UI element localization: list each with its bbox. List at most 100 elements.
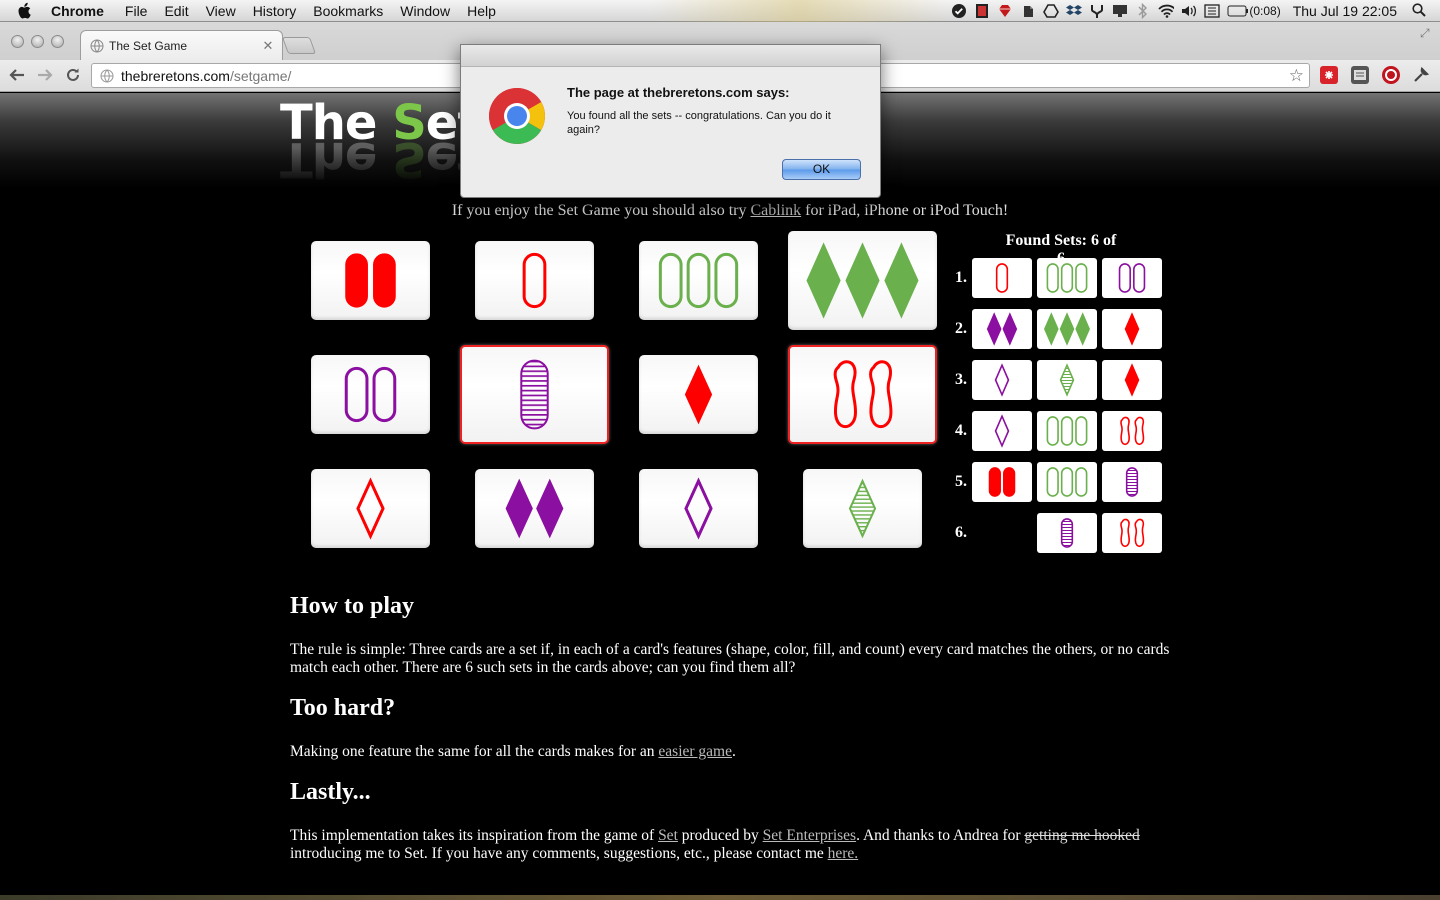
oval-symbol	[520, 359, 549, 430]
forward-icon[interactable]	[35, 65, 55, 85]
bluetooth-icon[interactable]	[1135, 3, 1151, 19]
extension-red-cross-icon[interactable]	[1320, 66, 1338, 84]
window-close-button[interactable]	[11, 35, 24, 48]
diamond-symbol	[684, 477, 713, 540]
network-fork-icon[interactable]	[1089, 3, 1105, 19]
battery-indicator[interactable]: (0:08)	[1227, 4, 1281, 18]
found-set-card	[972, 309, 1032, 349]
found-set-number: 3.	[955, 371, 967, 388]
found-set-card	[1102, 411, 1162, 451]
oval-symbol	[995, 263, 1009, 293]
spotlight-icon[interactable]	[1412, 2, 1426, 20]
oval-symbol	[1075, 416, 1088, 446]
menu-edit[interactable]: Edit	[164, 0, 188, 22]
set-card[interactable]	[311, 241, 430, 320]
set-card[interactable]	[311, 469, 430, 548]
volume-icon[interactable]	[1181, 3, 1197, 19]
found-set-card	[1102, 462, 1162, 502]
lastly-text: This implementation takes its inspiratio…	[290, 827, 1190, 863]
menubar-clock[interactable]: Thu Jul 19 22:05	[1293, 3, 1397, 19]
easier-game-link[interactable]: easier game	[658, 743, 732, 760]
squiggle-symbol	[833, 360, 858, 429]
window-zoom-button[interactable]	[51, 35, 64, 48]
set-card[interactable]	[639, 241, 758, 320]
menu-window[interactable]: Window	[400, 0, 450, 22]
set-enterprises-link[interactable]: Set Enterprises	[763, 827, 856, 844]
found-set-number: 6.	[955, 524, 967, 541]
wallpaper-strip	[650, 0, 950, 22]
chrome-logo-icon	[489, 88, 545, 144]
tab-the-set-game[interactable]: The Set Game ✕	[80, 30, 283, 60]
keyboard-flag-icon[interactable]	[1204, 3, 1220, 19]
evernote-icon[interactable]	[1020, 3, 1036, 19]
menu-help[interactable]: Help	[467, 0, 496, 22]
extension-adblock-icon[interactable]	[1382, 66, 1400, 84]
window-minimize-button[interactable]	[31, 35, 44, 48]
bookmark-star-icon[interactable]: ☆	[1289, 66, 1304, 86]
diamond-symbol	[986, 312, 1002, 346]
set-card[interactable]	[639, 355, 758, 434]
diamond-symbol	[505, 478, 533, 539]
diamond-symbol	[1124, 312, 1140, 346]
heading-lastly: Lastly...	[290, 779, 371, 805]
found-set-number: 5.	[955, 473, 967, 490]
menu-bookmarks[interactable]: Bookmarks	[313, 0, 383, 22]
diamond-symbol	[536, 478, 564, 539]
back-icon[interactable]	[7, 65, 27, 85]
tagline: If you enjoy the Set Game you should als…	[0, 202, 1440, 220]
apple-icon[interactable]	[17, 1, 37, 21]
ruby-gem-icon[interactable]	[997, 3, 1013, 19]
ok-button[interactable]: OK	[782, 159, 861, 180]
checkmark-badge-icon[interactable]	[951, 3, 967, 19]
set-card[interactable]	[788, 345, 937, 444]
oval-symbol	[1125, 467, 1139, 497]
new-tab-button[interactable]	[281, 37, 317, 54]
dialog-titlebar	[461, 45, 880, 67]
menu-app-chrome[interactable]: Chrome	[51, 0, 104, 22]
extension-reader-icon[interactable]	[1351, 66, 1369, 84]
squiggle-symbol	[1134, 416, 1145, 446]
menu-view[interactable]: View	[206, 0, 236, 22]
oval-symbol	[1133, 263, 1146, 293]
set-card[interactable]	[311, 355, 430, 434]
wifi-icon[interactable]	[1158, 3, 1175, 19]
squiggle-symbol	[1134, 518, 1145, 548]
found-set-number: 4.	[955, 422, 967, 439]
display-mirror-icon[interactable]	[1112, 3, 1128, 19]
set-link[interactable]: Set	[658, 827, 678, 844]
struck-text: getting me hooked	[1024, 827, 1140, 844]
too-hard-text: Making one feature the same for all the …	[290, 743, 1190, 761]
cablink-link[interactable]: Cablink	[750, 202, 801, 219]
set-card[interactable]	[475, 469, 594, 548]
contact-here-link[interactable]: here.	[828, 845, 859, 862]
alert-dialog: The page at thebreretons.com says: You f…	[460, 44, 881, 198]
globe-icon	[90, 39, 104, 52]
google-drive-icon[interactable]	[1043, 3, 1060, 19]
set-card[interactable]	[475, 241, 594, 320]
diamond-symbol	[994, 363, 1010, 397]
reload-icon[interactable]	[63, 65, 83, 85]
found-set-card	[972, 258, 1032, 298]
diamond-symbol	[848, 478, 877, 539]
menu-history[interactable]: History	[253, 0, 297, 22]
diamond-symbol	[1059, 363, 1075, 397]
found-set-card	[972, 360, 1032, 400]
lastly-t4: introducing me to Set. If you have any c…	[290, 845, 828, 862]
oval-symbol	[1075, 467, 1088, 497]
menu-file[interactable]: File	[125, 0, 148, 22]
oval-symbol	[1046, 263, 1059, 293]
page-icon	[100, 69, 114, 82]
found-set-card	[1037, 513, 1097, 553]
notebook-icon[interactable]	[974, 3, 990, 19]
tab-close-icon[interactable]: ✕	[262, 38, 274, 54]
squiggle-symbol	[869, 360, 893, 429]
wrench-menu-icon[interactable]	[1412, 66, 1430, 84]
fullscreen-icon[interactable]: ⤢	[1420, 26, 1434, 40]
set-card[interactable]	[460, 345, 609, 444]
found-set-card	[1037, 360, 1097, 400]
dropbox-icon[interactable]	[1066, 3, 1083, 19]
set-card[interactable]	[788, 231, 937, 330]
set-card[interactable]	[803, 469, 922, 548]
found-set-card	[1102, 513, 1162, 553]
set-card[interactable]	[639, 469, 758, 548]
